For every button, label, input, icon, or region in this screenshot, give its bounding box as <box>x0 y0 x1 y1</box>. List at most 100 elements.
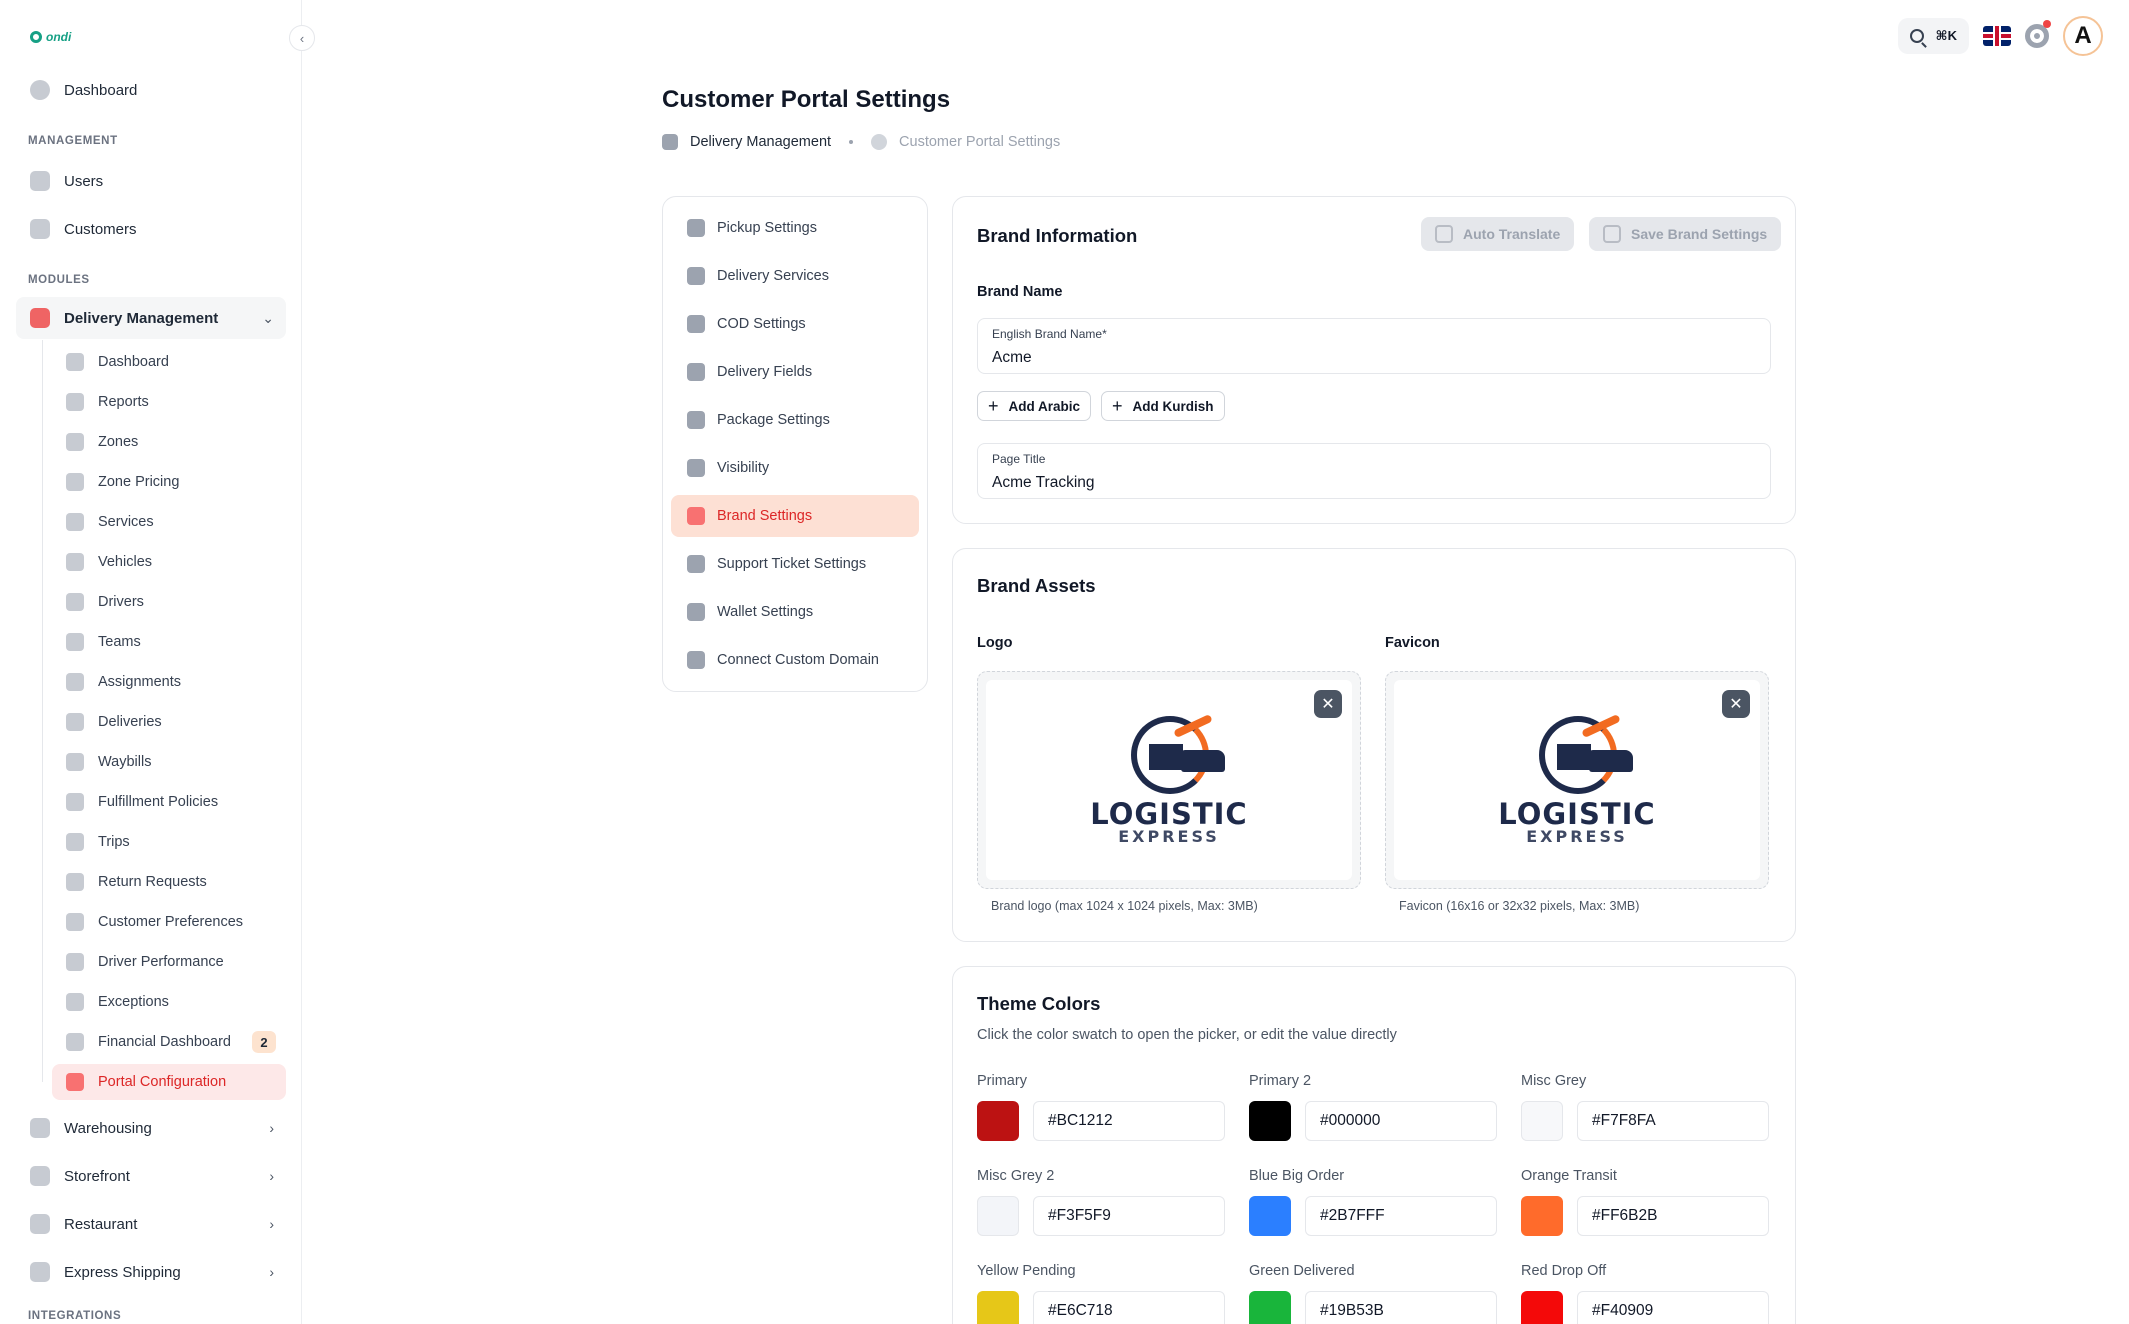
color-swatch-misc-grey-2[interactable] <box>977 1196 1019 1236</box>
finance-icon <box>66 1033 84 1051</box>
sidebar-item-label: Express Shipping <box>64 1263 181 1281</box>
color-hex-input-misc-grey[interactable]: #F7F8FA <box>1577 1101 1769 1141</box>
sidebar: ondi Dashboard MANAGEMENT Users Customer… <box>0 0 302 1324</box>
color-swatch-yellow-pending[interactable] <box>977 1291 1019 1324</box>
sub-item-teams[interactable]: Teams <box>52 624 286 660</box>
sub-item-drivers[interactable]: Drivers <box>52 584 286 620</box>
menu-item-pickup-settings[interactable]: Pickup Settings <box>671 207 919 249</box>
sub-item-driver-performance[interactable]: Driver Performance <box>52 944 286 980</box>
color-swatch-green-delivered[interactable] <box>1249 1291 1291 1324</box>
sub-item-vehicles[interactable]: Vehicles <box>52 544 286 580</box>
sub-item-services[interactable]: Services <box>52 504 286 540</box>
sidebar-item-dashboard[interactable]: Dashboard <box>16 70 286 110</box>
menu-item-wallet-settings[interactable]: Wallet Settings <box>671 591 919 633</box>
sidebar-item-express-shipping[interactable]: Express Shipping › <box>16 1252 286 1292</box>
add-kurdish-button[interactable]: + Add Kurdish <box>1101 391 1225 421</box>
sub-item-customer-preferences[interactable]: Customer Preferences <box>52 904 286 940</box>
search-button[interactable]: ⌘K <box>1897 18 1969 54</box>
menu-item-visibility[interactable]: Visibility <box>671 447 919 489</box>
sidebar-collapse-button[interactable]: ‹ <box>289 25 315 51</box>
save-brand-settings-button[interactable]: Save Brand Settings <box>1589 217 1782 251</box>
menu-item-delivery-services[interactable]: Delivery Services <box>671 255 919 297</box>
color-hex-input-orange-transit[interactable]: #FF6B2B <box>1577 1196 1769 1236</box>
sub-item-label: Dashboard <box>98 354 169 370</box>
sub-item-label: Teams <box>98 634 141 650</box>
sub-item-zones[interactable]: Zones <box>52 424 286 460</box>
sub-item-trips[interactable]: Trips <box>52 824 286 860</box>
plus-icon: + <box>1112 396 1123 416</box>
submenu-guide-line <box>42 340 43 1082</box>
logo-text: ondi <box>46 30 72 44</box>
sub-item-dashboard[interactable]: Dashboard <box>52 344 286 380</box>
sub-item-fulfillment-policies[interactable]: Fulfillment Policies <box>52 784 286 820</box>
favicon-image <box>1517 713 1637 798</box>
brand-name-label: Brand Name <box>977 284 1063 300</box>
logo-truck-shape <box>1181 749 1225 772</box>
logo-box-shape <box>1557 743 1591 770</box>
sub-item-label: Financial Dashboard <box>98 1034 231 1050</box>
color-hex-input-green-delivered[interactable]: #19B53B <box>1305 1291 1497 1324</box>
menu-item-connect-custom-domain[interactable]: Connect Custom Domain <box>671 639 919 681</box>
required-mark: * <box>1102 327 1107 341</box>
sub-item-return-requests[interactable]: Return Requests <box>52 864 286 900</box>
sub-item-portal-configuration[interactable]: Portal Configuration <box>52 1064 286 1100</box>
color-swatch-primary[interactable] <box>977 1101 1019 1141</box>
breadcrumb-link[interactable]: Delivery Management <box>690 134 831 150</box>
chevron-down-icon: ⌄ <box>262 309 274 326</box>
menu-item-support-ticket-settings[interactable]: Support Ticket Settings <box>671 543 919 585</box>
logo-subtext: EXPRESS <box>1526 826 1628 846</box>
theme-colors-card: Theme Colors Click the color swatch to o… <box>952 966 1796 1324</box>
color-swatch-misc-grey[interactable] <box>1521 1101 1563 1141</box>
language-flag-icon[interactable] <box>1983 26 2011 46</box>
cash-icon <box>687 315 705 333</box>
menu-item-delivery-fields[interactable]: Delivery Fields <box>671 351 919 393</box>
fields-icon <box>687 363 705 381</box>
sidebar-item-delivery-management[interactable]: Delivery Management ⌄ <box>16 297 286 339</box>
sidebar-item-restaurant[interactable]: Restaurant › <box>16 1204 286 1244</box>
sub-item-label: Return Requests <box>98 874 207 890</box>
favicon-dropzone[interactable]: ✕ LOGISTIC EXPRESS <box>1385 671 1769 889</box>
auto-translate-button[interactable]: Auto Translate <box>1421 217 1575 251</box>
search-icon <box>1909 29 1924 43</box>
color-hex-input-primary[interactable]: #BC1212 <box>1033 1101 1225 1141</box>
sidebar-item-storefront[interactable]: Storefront › <box>16 1156 286 1196</box>
settings-button[interactable] <box>2025 20 2051 48</box>
color-swatch-orange-transit[interactable] <box>1521 1196 1563 1236</box>
page-title-field[interactable]: Page Title Acme Tracking <box>977 443 1771 499</box>
sub-item-deliveries[interactable]: Deliveries <box>52 704 286 740</box>
sidebar-item-users[interactable]: Users <box>16 161 286 201</box>
sub-item-assignments[interactable]: Assignments <box>52 664 286 700</box>
color-hex-input-yellow-pending[interactable]: #E6C718 <box>1033 1291 1225 1324</box>
app-logo[interactable]: ondi <box>30 30 71 44</box>
color-hex-input-red-drop-off[interactable]: #F40909 <box>1577 1291 1769 1324</box>
color-hex-input-misc-grey-2[interactable]: #F3F5F9 <box>1033 1196 1225 1236</box>
sub-item-reports[interactable]: Reports <box>52 384 286 420</box>
menu-item-label: Wallet Settings <box>717 604 814 620</box>
color-swatch-blue-big-order[interactable] <box>1249 1196 1291 1236</box>
logo-dropzone[interactable]: ✕ LOGISTIC EXPRESS <box>977 671 1361 889</box>
breadcrumb-current: Customer Portal Settings <box>899 134 1061 150</box>
shipping-box-icon <box>30 1262 50 1282</box>
remove-favicon-button[interactable]: ✕ <box>1722 690 1750 718</box>
sidebar-item-customers[interactable]: Customers <box>16 209 286 249</box>
remove-logo-button[interactable]: ✕ <box>1314 690 1342 718</box>
add-arabic-button[interactable]: + Add Arabic <box>977 391 1092 421</box>
sub-item-label: Assignments <box>98 674 182 690</box>
sub-item-zone-pricing[interactable]: Zone Pricing <box>52 464 286 500</box>
sub-item-exceptions[interactable]: Exceptions <box>52 984 286 1020</box>
menu-item-brand-settings[interactable]: Brand Settings <box>671 495 919 537</box>
menu-item-package-settings[interactable]: Package Settings <box>671 399 919 441</box>
sidebar-item-warehousing[interactable]: Warehousing › <box>16 1108 286 1148</box>
english-brand-name-field[interactable]: English Brand Name* Acme <box>977 318 1771 374</box>
chevron-right-icon: › <box>269 1168 274 1184</box>
color-swatch-red-drop-off[interactable] <box>1521 1291 1563 1324</box>
sub-item-financial-dashboard[interactable]: Financial Dashboard 2 <box>52 1024 286 1060</box>
restaurant-icon <box>30 1214 50 1234</box>
color-swatch-primary-2[interactable] <box>1249 1101 1291 1141</box>
color-hex-input-blue-big-order[interactable]: #2B7FFF <box>1305 1196 1497 1236</box>
sub-item-waybills[interactable]: Waybills <box>52 744 286 780</box>
store-icon <box>30 1166 50 1186</box>
menu-item-cod-settings[interactable]: COD Settings <box>671 303 919 345</box>
avatar[interactable]: A <box>2063 16 2103 56</box>
color-hex-input-primary-2[interactable]: #000000 <box>1305 1101 1497 1141</box>
